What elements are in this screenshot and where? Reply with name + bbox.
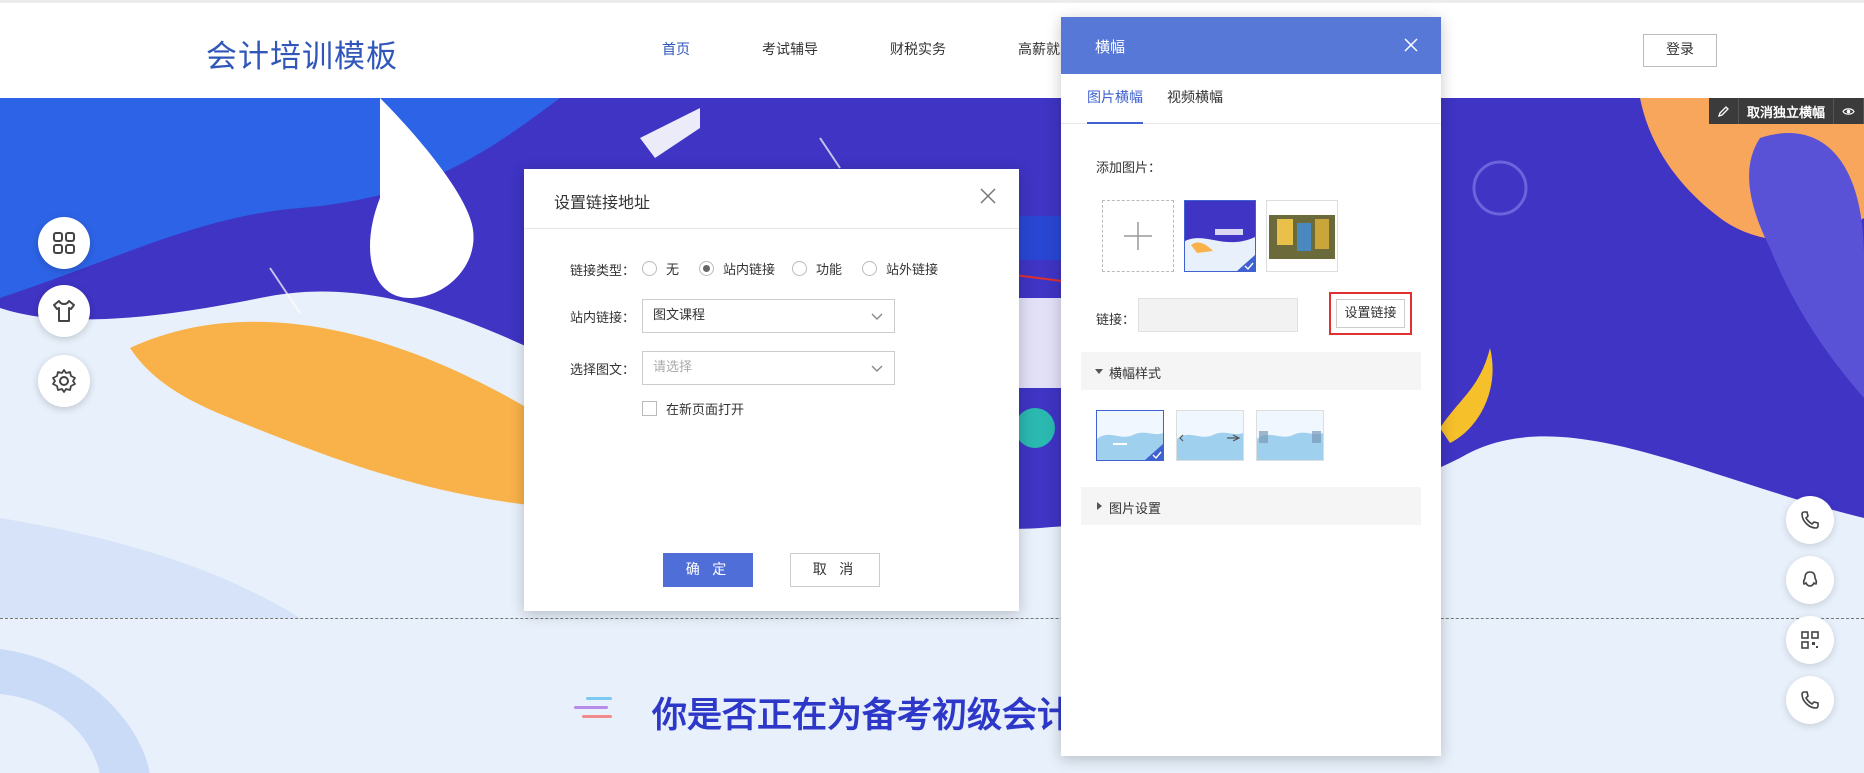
plus-icon xyxy=(1124,222,1152,250)
style-preview xyxy=(1177,432,1243,460)
radio-dot xyxy=(862,261,877,276)
checkbox-box xyxy=(642,401,657,416)
corner-decoration xyxy=(0,649,150,773)
qq-button[interactable] xyxy=(1786,556,1834,604)
radio-link-function[interactable]: 功能 xyxy=(792,259,842,278)
nav-item-home[interactable]: 首页 xyxy=(626,3,726,101)
phone-icon xyxy=(1801,511,1819,529)
modules-button[interactable] xyxy=(38,217,90,269)
set-link-button-label: 设置链接 xyxy=(1336,299,1405,328)
add-image-label: 添加图片： xyxy=(1096,161,1162,176)
add-image-button[interactable] xyxy=(1102,200,1174,272)
open-new-page-checkbox[interactable]: 在新页面打开 xyxy=(642,399,744,418)
unlink-banner-button[interactable]: 取消独立横幅 xyxy=(1739,98,1834,124)
set-link-button[interactable]: 设置链接 xyxy=(1329,292,1412,335)
caret-down-icon xyxy=(1095,369,1103,374)
selected-check-icon xyxy=(1237,255,1255,271)
choose-article-select[interactable]: 请选择 xyxy=(642,351,895,385)
site-logo[interactable]: 会计培训模板 xyxy=(206,31,398,76)
banner-toolbar: 取消独立横幅 xyxy=(1709,98,1864,124)
radio-link-internal[interactable]: 站内链接 xyxy=(699,259,775,278)
banner-style-option-1[interactable] xyxy=(1096,410,1164,461)
theme-button[interactable] xyxy=(38,285,90,337)
nav-item-exam[interactable]: 考试辅导 xyxy=(726,3,854,101)
nav-item-tax[interactable]: 财税实务 xyxy=(854,3,982,101)
tab-image-banner[interactable]: 图片横幅 xyxy=(1087,74,1143,124)
caret-right-icon xyxy=(1097,502,1102,510)
phone-icon xyxy=(1801,691,1819,709)
select-value: 图文课程 xyxy=(653,308,706,323)
pencil-icon xyxy=(1717,105,1729,117)
close-icon[interactable] xyxy=(1403,37,1419,53)
close-icon[interactable] xyxy=(979,187,997,205)
link-settings-dialog: 设置链接地址 链接类型： 无 站内链接 功能 站外链接 站内链接： 图文课程 选… xyxy=(524,169,1019,611)
qq-icon xyxy=(1802,571,1818,587)
panel-header: 横幅 xyxy=(1061,17,1441,74)
section-label: 横幅样式 xyxy=(1109,367,1162,382)
choose-article-label: 选择图文： xyxy=(570,363,636,378)
dialog-title: 设置链接地址 xyxy=(554,193,651,212)
login-button[interactable]: 登录 xyxy=(1643,34,1717,67)
chevron-down-icon xyxy=(871,313,883,320)
radio-dot xyxy=(792,261,807,276)
banner-style-option-2[interactable] xyxy=(1176,410,1244,461)
site-header: 会计培训模板 首页 考试辅导 财税实务 高薪就业 登录 xyxy=(0,0,1864,101)
radio-label: 功能 xyxy=(816,263,843,278)
banner-style-section[interactable]: 横幅样式 xyxy=(1081,352,1421,390)
section-label: 图片设置 xyxy=(1109,502,1162,517)
radio-dot-checked xyxy=(699,261,714,276)
style-preview xyxy=(1257,431,1323,460)
link-label: 链接： xyxy=(1096,313,1136,328)
main-nav: 首页 考试辅导 财税实务 高薪就业 xyxy=(626,3,1110,101)
radio-dot xyxy=(642,261,657,276)
image-settings-section[interactable]: 图片设置 xyxy=(1081,487,1421,525)
eye-icon xyxy=(1842,107,1855,115)
radio-label: 站内链接 xyxy=(723,263,776,278)
phone-button[interactable] xyxy=(1786,496,1834,544)
link-input[interactable] xyxy=(1138,298,1298,332)
preview-banner-button[interactable] xyxy=(1834,98,1864,124)
banner-settings-panel: 横幅 图片横幅 视频横幅 添加图片： 链接： 设置链接 横幅样式 图片设置 xyxy=(1061,17,1441,756)
banner-image-thumb-1[interactable] xyxy=(1184,200,1256,272)
phone-button-secondary[interactable] xyxy=(1786,676,1834,724)
banner-image-preview xyxy=(1267,201,1337,271)
section-headline: 你是否正在为备考初级会计 xyxy=(652,696,1073,736)
panel-tabs: 图片横幅 视频横幅 xyxy=(1061,74,1441,124)
qrcode-icon xyxy=(1801,631,1819,649)
radio-link-none[interactable]: 无 xyxy=(642,259,679,278)
gear-icon xyxy=(52,369,76,393)
selected-check-icon xyxy=(1145,444,1163,460)
settings-button[interactable] xyxy=(38,355,90,407)
banner-image-thumb-2[interactable] xyxy=(1266,200,1338,272)
chevron-down-icon xyxy=(871,365,883,372)
confirm-button[interactable]: 确 定 xyxy=(663,553,753,587)
panel-title: 横幅 xyxy=(1095,38,1126,56)
tshirt-icon xyxy=(53,300,75,322)
select-placeholder: 请选择 xyxy=(653,360,693,375)
headline-decoration-icon xyxy=(574,697,612,718)
site-link-select[interactable]: 图文课程 xyxy=(642,299,895,333)
radio-label: 无 xyxy=(666,263,680,278)
intro-section: 你是否正在为备考初级会计 xyxy=(0,618,1864,773)
qrcode-button[interactable] xyxy=(1786,616,1834,664)
banner-style-option-3[interactable] xyxy=(1256,410,1324,461)
radio-link-external[interactable]: 站外链接 xyxy=(862,259,938,278)
edit-banner-button[interactable] xyxy=(1709,98,1739,124)
link-type-label: 链接类型： xyxy=(570,264,636,279)
grid-icon xyxy=(53,232,75,254)
checkbox-label: 在新页面打开 xyxy=(666,403,745,418)
dialog-header: 设置链接地址 xyxy=(524,169,1019,229)
tab-video-banner[interactable]: 视频横幅 xyxy=(1167,74,1223,124)
site-link-label: 站内链接： xyxy=(570,311,636,326)
radio-label: 站外链接 xyxy=(886,263,939,278)
cancel-button[interactable]: 取 消 xyxy=(790,553,880,587)
